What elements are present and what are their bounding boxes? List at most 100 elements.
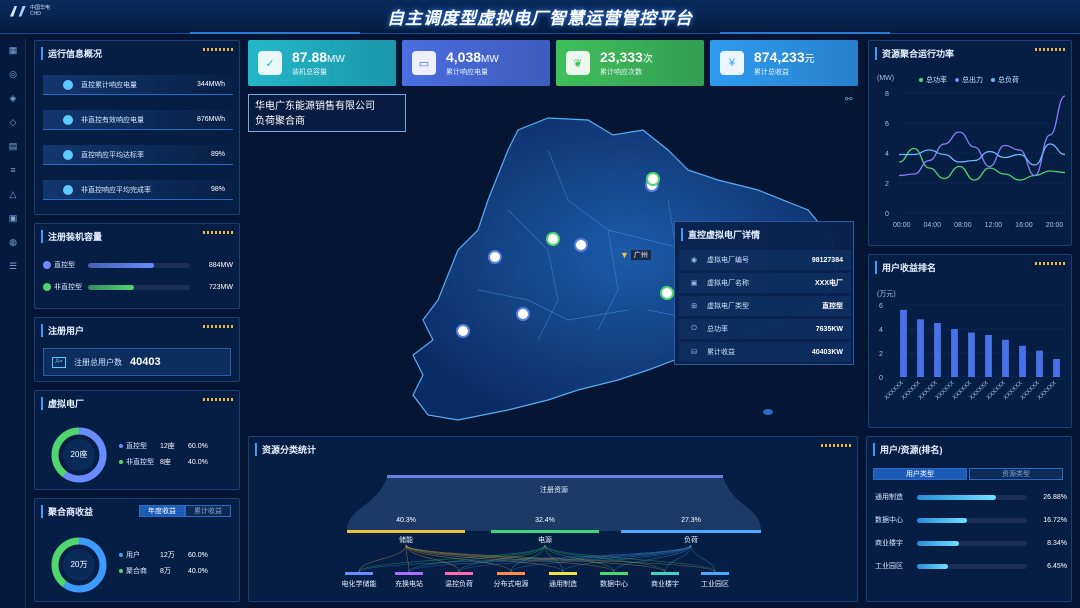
user-rank-label: 数据中心 bbox=[875, 517, 903, 524]
grid-icon[interactable]: ▣ bbox=[0, 206, 26, 230]
capacity-row: 直控型 884MW bbox=[43, 258, 233, 272]
legend-row: 非直控型 8座 40.0% bbox=[119, 456, 229, 468]
y-tick-label: 6 bbox=[885, 121, 889, 128]
tab-resource-type[interactable]: 资源类型 bbox=[969, 468, 1063, 480]
series-line bbox=[898, 95, 1066, 177]
legend-pct: 60.0% bbox=[188, 551, 208, 559]
capacity-panel: 注册装机容量 直控型 884MW 非直控型 723MW bbox=[34, 223, 240, 309]
legend-count: 12万 bbox=[160, 552, 175, 559]
bar[interactable] bbox=[968, 332, 975, 377]
legend-dot-icon bbox=[119, 444, 123, 448]
city-pin[interactable]: ▼ 广州 bbox=[620, 250, 651, 260]
layers-icon[interactable]: ◇ bbox=[0, 110, 26, 134]
user-rank-label: 商业楼宇 bbox=[875, 540, 903, 547]
kpi-unit: 元 bbox=[804, 54, 815, 65]
user-rank-label: 通用制造 bbox=[875, 494, 903, 501]
detail-row: ◉ 虚拟电厂编号 98127384 bbox=[679, 250, 851, 270]
user-rank-pct: 16.72% bbox=[1043, 516, 1067, 524]
tab-cumulative[interactable]: 累计收益 bbox=[185, 505, 231, 517]
money-icon: ⛁ bbox=[691, 349, 697, 356]
kpi-value: 87.88 bbox=[292, 49, 328, 65]
lock-icon[interactable]: ◍ bbox=[0, 230, 26, 254]
ops-item-label: 直控响应平均达标率 bbox=[81, 151, 144, 159]
legend-row: 用户 12万 60.0% bbox=[119, 549, 229, 561]
user-rank-fill bbox=[917, 540, 959, 546]
capacity-icon bbox=[43, 283, 51, 291]
user-rank-row: 通用制造 26.88% bbox=[875, 491, 1067, 503]
detail-label: 总功率 bbox=[707, 326, 728, 333]
panel-deco bbox=[203, 398, 233, 401]
agg-title: 聚合商收益 bbox=[41, 505, 93, 518]
kpi-card[interactable]: ¥874,233元 累计总收益 bbox=[710, 40, 858, 86]
legend-label: 聚合商 bbox=[126, 568, 147, 575]
bar[interactable] bbox=[951, 329, 958, 377]
sankey-root: 注册资源 bbox=[540, 487, 568, 494]
bar[interactable] bbox=[934, 323, 941, 377]
document-icon: ✓ bbox=[258, 51, 282, 75]
monitor-icon[interactable]: ◎ bbox=[0, 62, 26, 86]
ops-item-label: 直控累计响应电量 bbox=[81, 81, 137, 89]
map-marker-icon[interactable] bbox=[574, 238, 588, 252]
sankey-leaf-bar bbox=[497, 572, 525, 575]
tab-user-type[interactable]: 用户类型 bbox=[873, 468, 967, 480]
ranking-bar-chart: 0246XXXXXXXXXXXXXXXXXXXXXXXXXXXXXXXXXXXX… bbox=[879, 303, 1065, 401]
map-marker-icon[interactable] bbox=[546, 232, 560, 246]
bar[interactable] bbox=[1036, 350, 1043, 377]
legend-pct: 40.0% bbox=[188, 567, 208, 575]
bar[interactable] bbox=[1019, 345, 1026, 377]
users-value: 40403 bbox=[130, 356, 161, 368]
map-marker-icon[interactable] bbox=[488, 250, 502, 264]
bar[interactable] bbox=[900, 309, 907, 377]
dashboard-icon[interactable]: ▦ bbox=[0, 38, 26, 62]
recycle-icon[interactable]: △ bbox=[0, 182, 26, 206]
ranking-panel: 用户收益排名 (万元) 0 2 4 6 XXXXXX XXXXXX XXXXXX XXXXXX… bbox=[868, 254, 1072, 428]
share-icon[interactable]: ⚯ bbox=[845, 94, 853, 105]
kpi-value-line: 87.88MW bbox=[292, 49, 345, 65]
bar[interactable] bbox=[1053, 359, 1060, 377]
tab-annual[interactable]: 年度收益 bbox=[139, 505, 185, 517]
kpi-card[interactable]: ✓ 87.88MW 装机总容量 bbox=[248, 40, 396, 86]
ops-row: 直控响应平均达标率 89% bbox=[43, 145, 233, 165]
sankey-leaf-bar bbox=[651, 572, 679, 575]
bar[interactable] bbox=[985, 335, 992, 377]
sankey-group-label: 电源 bbox=[538, 537, 552, 544]
list-icon[interactable]: ▤ bbox=[0, 134, 26, 158]
sankey-root-bar bbox=[387, 475, 723, 478]
cube-icon[interactable]: ◈ bbox=[0, 86, 26, 110]
x-tick-label: 20:00 bbox=[1046, 222, 1064, 229]
sidebar: ▦ ◎ ◈ ◇ ▤ ≡ △ ▣ ◍ ☰ bbox=[0, 38, 26, 608]
kpi-unit: MW bbox=[327, 54, 345, 65]
agg-panel: 聚合商收益 年度收益 累计收益 20万 用户 12万 60.0% 聚合商 8万 40.0% bbox=[34, 498, 240, 602]
kpi-card[interactable]: ❦ 23,333次 累计响应次数 bbox=[556, 40, 704, 86]
map-marker-icon[interactable] bbox=[456, 324, 470, 338]
sankey-group-bar bbox=[347, 530, 465, 533]
x-tick-label: 04:00 bbox=[924, 222, 942, 229]
user-rank-track bbox=[917, 563, 1027, 569]
bar[interactable] bbox=[917, 319, 924, 377]
map-marker-icon[interactable] bbox=[646, 172, 660, 186]
sankey-group-pct: 27.3% bbox=[681, 517, 701, 524]
kpi-label: 累计响应电量 bbox=[446, 69, 488, 76]
capacity-label: 非直控型 bbox=[54, 284, 82, 291]
legend-dot-icon bbox=[119, 553, 123, 557]
legend-row: 聚合商 8万 40.0% bbox=[119, 565, 229, 577]
capacity-value: 723MW bbox=[208, 283, 233, 291]
city-label: 广州 bbox=[630, 250, 651, 260]
legend-label: 用户 bbox=[126, 552, 140, 559]
map-marker-icon[interactable] bbox=[516, 307, 530, 321]
user-rank-row: 工业园区 6.45% bbox=[875, 560, 1067, 572]
island-shape bbox=[763, 409, 773, 415]
user-rank-pct: 6.45% bbox=[1047, 562, 1067, 570]
user-rank-pct: 26.88% bbox=[1043, 493, 1067, 501]
sankey-group-pct: 40.3% bbox=[396, 517, 416, 524]
stack-icon[interactable]: ≡ bbox=[0, 158, 26, 182]
ops-item-label: 非直控有效响应电量 bbox=[81, 116, 144, 124]
agg-center: 20万 bbox=[70, 560, 88, 569]
detail-value: XXX电厂 bbox=[814, 280, 843, 287]
kpi-value: 874,233 bbox=[754, 49, 805, 65]
legend-pct: 40.0% bbox=[188, 458, 208, 466]
bar[interactable] bbox=[1002, 339, 1009, 377]
sliders-icon[interactable]: ☰ bbox=[0, 254, 26, 278]
map-marker-icon[interactable] bbox=[660, 286, 674, 300]
kpi-card[interactable]: ▭ 4,038MW 累计响应电量 bbox=[402, 40, 550, 86]
